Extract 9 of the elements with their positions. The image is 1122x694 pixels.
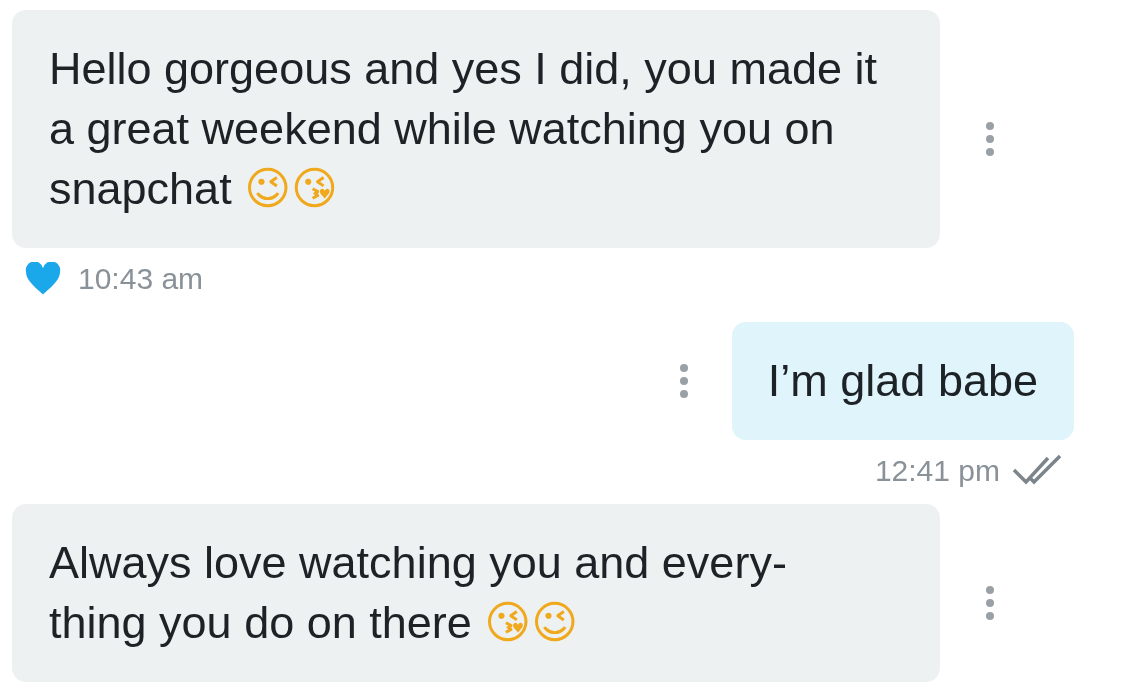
message-text: Hello gorgeous and yes I did, you made it a great weekend while watching you on snapchat 😉😘: [49, 43, 877, 214]
heart-icon[interactable]: [24, 262, 62, 296]
more-options-icon[interactable]: [984, 585, 996, 621]
more-options-icon[interactable]: [677, 363, 690, 399]
message-time: 12:41 pm: [874, 454, 1000, 488]
more-options-icon[interactable]: [984, 121, 996, 157]
message-text: Always love watching you and every-thing you do on there 😘😉: [49, 537, 787, 648]
message-time: 10:43 am: [78, 262, 204, 296]
message-text: I’m glad babe: [767, 355, 1038, 406]
